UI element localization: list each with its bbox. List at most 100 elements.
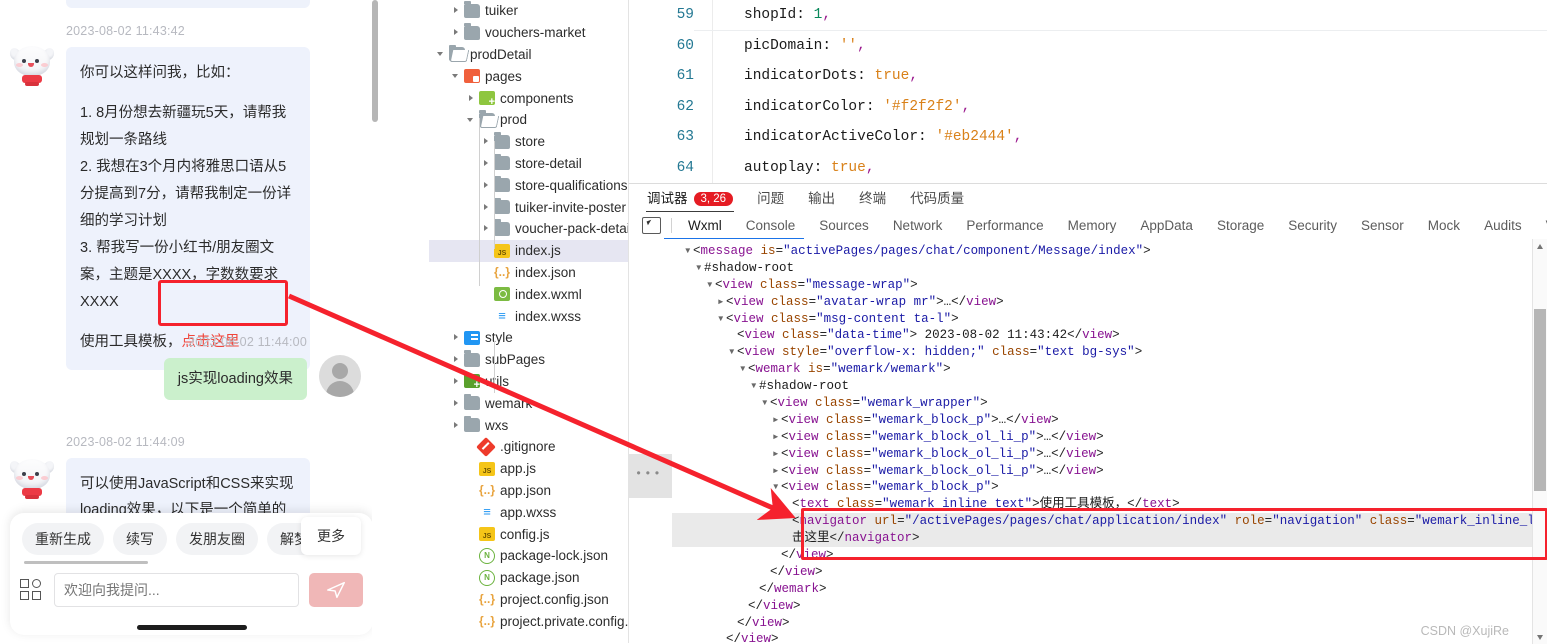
dom-expander-open-icon[interactable]: ▾ [761, 395, 770, 412]
file-tree-item[interactable]: {..} project.private.config.js... [429, 610, 628, 632]
tree-toggle-closed-icon[interactable] [482, 181, 491, 190]
tree-toggle-open-icon[interactable] [437, 50, 446, 59]
file-tree-item[interactable]: {..} app.json [429, 480, 628, 502]
file-tree-item[interactable]: wemark [429, 392, 628, 414]
scroll-down-arrow[interactable] [1533, 630, 1547, 644]
file-tree-item[interactable]: utils [429, 371, 628, 393]
dom-expander-open-icon[interactable]: ▾ [739, 361, 748, 378]
code-line[interactable]: 63 indicatorActiveColor: '#eb2444', [629, 122, 1547, 153]
devtools-subtab-wxml[interactable]: Wxml [676, 216, 734, 235]
file-tree-item[interactable]: components [429, 87, 628, 109]
code-editor[interactable]: 59 shopId: 1, 60 picDomain: '', 61 indicatorD… [629, 0, 1547, 183]
dom-expander-open-icon[interactable]: ▾ [684, 243, 693, 260]
element-picker-icon[interactable] [642, 217, 661, 234]
tree-toggle-closed-icon[interactable] [452, 355, 461, 364]
tree-toggle-closed-icon[interactable] [482, 137, 491, 146]
more-actions-button[interactable]: 更多 [301, 517, 361, 555]
file-tree-item[interactable]: tuiker-invite-poster [429, 196, 628, 218]
devtools-tab-debugger[interactable]: 调试器 3, 26 [646, 183, 735, 213]
quick-action-scrollbar[interactable] [24, 561, 148, 564]
dom-node-row[interactable]: ▸<view class="wemark_block_ol_li_p">…</v… [672, 429, 1532, 446]
quick-action-moments[interactable]: 发朋友圈 [176, 523, 258, 555]
devtools-subtab-security[interactable]: Security [1276, 216, 1349, 235]
file-tree-item[interactable]: subPages [429, 349, 628, 371]
tree-toggle-closed-icon[interactable] [452, 6, 461, 15]
tree-toggle-open-icon[interactable] [452, 72, 461, 81]
tree-toggle-closed-icon[interactable] [452, 333, 461, 342]
dom-expander-closed-icon[interactable]: ▸ [772, 429, 781, 446]
devtools-subtab-mock[interactable]: Mock [1416, 216, 1472, 235]
file-tree-item[interactable]: Npackage-lock.json [429, 545, 628, 567]
dom-node-row[interactable]: ▸<view class="wemark_block_p">…</view> [672, 412, 1532, 429]
dom-node-row[interactable]: </wemark> [672, 581, 1532, 598]
file-tree-item[interactable]: vouchers-market [429, 22, 628, 44]
devtools-tab-other[interactable]: 终端 [858, 183, 887, 213]
dom-node-row[interactable]: ▾<view style="overflow-x: hidden;" class… [672, 344, 1532, 361]
file-tree-item[interactable]: .gitignore [429, 436, 628, 458]
file-tree-item[interactable]: style [429, 327, 628, 349]
devtools-subtab-appdata[interactable]: AppData [1128, 216, 1205, 235]
code-line[interactable]: 64 autoplay: true, [629, 153, 1547, 184]
tree-toggle-closed-icon[interactable] [452, 377, 461, 386]
dom-node-row[interactable]: ▾<wemark is="wemark/wemark"> [672, 361, 1532, 378]
grid-menu-icon[interactable] [20, 578, 44, 602]
dom-node-row[interactable]: ▸<view class="wemark_block_ol_li_p">…</v… [672, 446, 1532, 463]
dom-node-row[interactable]: ▾<view class="wemark_wrapper"> [672, 395, 1532, 412]
file-tree-item[interactable]: ≡ app.wxss [429, 501, 628, 523]
file-tree-item[interactable]: store-detail [429, 153, 628, 175]
dom-expander-open-icon[interactable]: ▾ [728, 344, 737, 361]
dom-node-row[interactable]: </view> [672, 564, 1532, 581]
dom-node-row[interactable]: </view> [672, 598, 1532, 615]
tree-toggle-open-icon[interactable] [467, 115, 476, 124]
code-line[interactable]: 60 picDomain: '', [629, 31, 1547, 62]
dom-node-row[interactable]: </view> [672, 615, 1532, 632]
dom-expander-open-icon[interactable]: ▾ [717, 311, 726, 328]
dom-expander-open-icon[interactable]: ▾ [695, 260, 704, 277]
file-tree-item[interactable]: pages [429, 65, 628, 87]
dom-expander-closed-icon[interactable]: ▸ [772, 412, 781, 429]
devtools-subtab-console[interactable]: Console [734, 216, 808, 235]
devtools-subtab-network[interactable]: Network [881, 216, 955, 235]
code-line[interactable]: 62 indicatorColor: '#f2f2f2', [629, 92, 1547, 123]
file-explorer-tree[interactable]: tuiker vouchers-market prodDetail pages comp… [429, 0, 628, 643]
dom-node-row[interactable]: </view> [672, 631, 1532, 644]
devtools-subtab-performance[interactable]: Performance [954, 216, 1055, 235]
dom-overflow-ellipsis[interactable]: ••• [635, 467, 663, 481]
dom-node-row[interactable]: ▸<view class="wemark_block_ol_li_p">…</v… [672, 463, 1532, 480]
devtools-tab-other[interactable]: 代码质量 [909, 183, 965, 213]
devtools-subtab-memory[interactable]: Memory [1056, 216, 1129, 235]
file-tree-item[interactable]: {..} project.config.json [429, 589, 628, 611]
file-tree-item[interactable]: {..} index.json [429, 262, 628, 284]
file-tree-item[interactable]: wxs [429, 414, 628, 436]
chat-scrollbar-thumb[interactable] [372, 0, 378, 122]
dom-expander-closed-icon[interactable]: ▸ [717, 294, 726, 311]
file-tree-item[interactable]: store-qualifications [429, 174, 628, 196]
tree-toggle-closed-icon[interactable] [482, 159, 491, 168]
file-tree-item[interactable]: prodDetail [429, 44, 628, 66]
tree-toggle-closed-icon[interactable] [482, 224, 491, 233]
dom-expander-closed-icon[interactable]: ▸ [772, 463, 781, 480]
file-tree-item[interactable]: Npackage.json [429, 567, 628, 589]
wxml-dom-tree[interactable]: ••• ▾<message is="activePages/pages/chat… [629, 239, 1547, 644]
chat-input[interactable] [54, 573, 299, 607]
quick-action-continue[interactable]: 续写 [113, 523, 167, 555]
file-tree-item[interactable]: JS index.js [429, 239, 628, 262]
file-tree-item[interactable]: store [429, 131, 628, 153]
dom-node-row[interactable]: ▾<message is="activePages/pages/chat/com… [672, 243, 1532, 260]
dom-node-row[interactable]: <view class="data-time"> 2023-08-02 11:4… [672, 327, 1532, 344]
dom-node-row[interactable]: ▾<view class="message-wrap"> [672, 277, 1532, 294]
tree-toggle-closed-icon[interactable] [467, 94, 476, 103]
tree-toggle-closed-icon[interactable] [482, 203, 491, 212]
file-tree-item[interactable]: index.wxml [429, 283, 628, 305]
file-tree-item[interactable]: tuiker [429, 0, 628, 22]
chat-scrollbar[interactable] [372, 0, 378, 643]
dom-node-row[interactable]: ▾#shadow-root [672, 378, 1532, 395]
devtools-subtab-vulnerability[interactable]: Vulnerability [1534, 216, 1547, 235]
file-tree-item[interactable]: prod [429, 109, 628, 131]
devtools-subtab-sources[interactable]: Sources [807, 216, 881, 235]
devtools-subtab-audits[interactable]: Audits [1472, 216, 1534, 235]
devtools-tab-other[interactable]: 问题 [756, 183, 785, 213]
tree-toggle-closed-icon[interactable] [452, 399, 461, 408]
code-line[interactable]: 59 shopId: 1, [629, 0, 1547, 31]
file-tree-item[interactable]: ≡ index.wxss [429, 305, 628, 327]
